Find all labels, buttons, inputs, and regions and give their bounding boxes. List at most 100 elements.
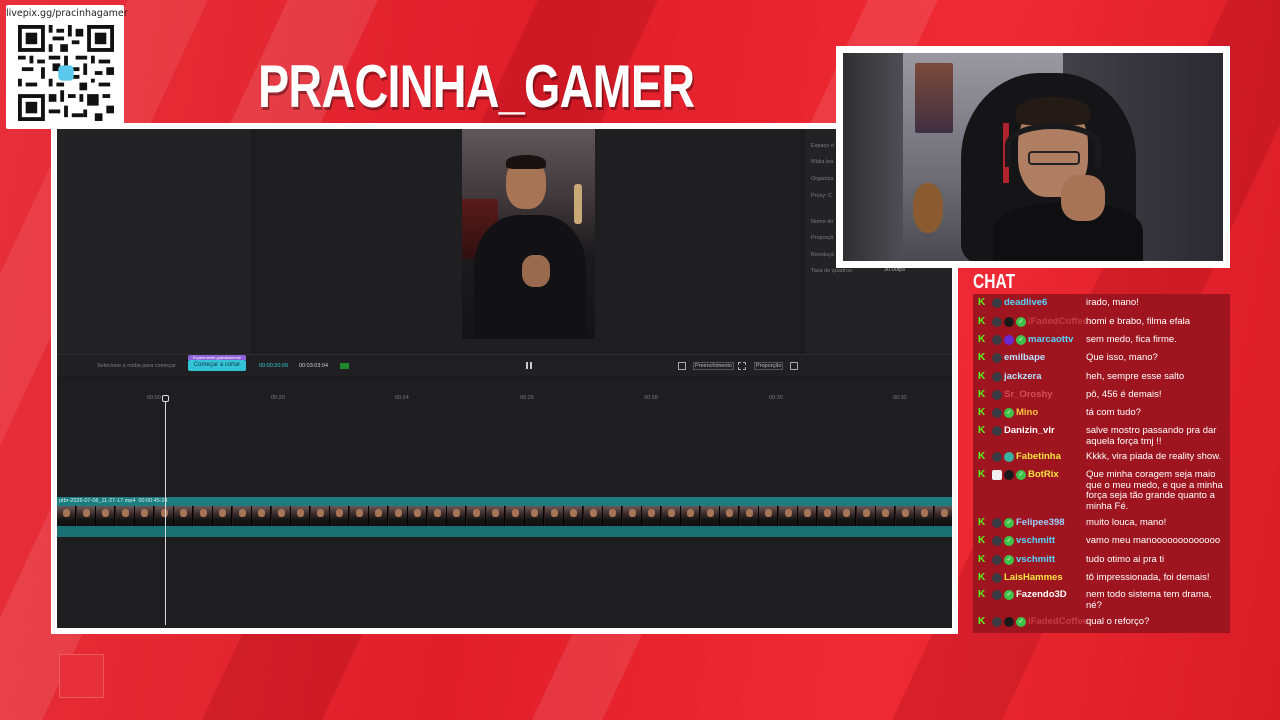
- chat-panel[interactable]: Kdeadlive6 irado, mano! K ✓ iFadedCoffee homi…: [973, 294, 1230, 633]
- presenter-hair: [506, 155, 546, 169]
- filmstrip-face: [745, 509, 753, 517]
- start-cutting-button[interactable]: Começar a cortar: [188, 360, 246, 371]
- chat-username[interactable]: LaisHammes: [1004, 572, 1063, 584]
- filmstrip-face: [862, 509, 870, 517]
- streamer-hand: [1061, 175, 1105, 221]
- clip-audio-waveform[interactable]: [57, 526, 952, 537]
- playhead[interactable]: [165, 395, 166, 625]
- chat-username[interactable]: Danizin_vlr: [1004, 425, 1055, 437]
- verified-icon: ✓: [1004, 536, 1014, 546]
- filmstrip-frame: [583, 506, 603, 526]
- chat-username[interactable]: vschmitt: [1016, 554, 1055, 566]
- filmstrip-face: [180, 509, 187, 517]
- property-label: Organiza: [811, 176, 834, 182]
- chat-username[interactable]: marcaottv: [1028, 334, 1073, 346]
- filmstrip-face: [238, 509, 246, 517]
- filmstrip-face: [531, 509, 538, 517]
- filmstrip-face: [492, 509, 499, 517]
- avatar-badge-icon: [992, 353, 1002, 363]
- chat-username[interactable]: jackzera: [1004, 371, 1042, 383]
- preview-video[interactable]: [462, 129, 595, 339]
- playhead-handle[interactable]: [162, 395, 169, 402]
- chat-username[interactable]: BotRix: [1028, 469, 1059, 481]
- avatar-badge-icon: [992, 390, 1002, 400]
- chat-text: pô, 456 é demais!: [1086, 389, 1162, 400]
- kick-icon: K: [978, 407, 986, 418]
- filmstrip-face: [843, 509, 850, 517]
- mod-badge-icon: [1004, 317, 1014, 327]
- ruler-tick: 00:28: [644, 395, 658, 401]
- video-editor-capture: Espaço d Mídia lea Organiza Proxy: C Nom…: [57, 129, 952, 628]
- fullscreen-icon[interactable]: [790, 362, 798, 370]
- chat-text: vamo meu manooooooooooooo: [1086, 535, 1221, 546]
- filmstrip-frame: [486, 506, 505, 526]
- property-label: Resoluçã: [811, 252, 834, 258]
- chat-username[interactable]: emilbape: [1004, 352, 1045, 364]
- filmstrip-frame: [759, 506, 778, 526]
- kick-icon: K: [978, 535, 986, 546]
- filmstrip-face: [141, 509, 148, 517]
- filmstrip-frame: [739, 506, 759, 526]
- filmstrip-frame: [115, 506, 135, 526]
- ratio-button[interactable]: Proporção: [754, 362, 784, 370]
- clip-duration: 00:00:45:24: [138, 498, 168, 504]
- chat-text: tá com tudo?: [1086, 407, 1141, 418]
- filmstrip-face: [687, 509, 694, 517]
- chat-title: CHAT: [973, 271, 1016, 293]
- filmstrip-face: [609, 509, 616, 517]
- filmstrip-frame: [369, 506, 388, 526]
- chat-username[interactable]: vschmitt: [1016, 535, 1055, 547]
- verified-icon: ✓: [1004, 590, 1014, 600]
- timeline[interactable]: 00:00 00:20 00:24 00:26 00:28 00:30 00:3…: [57, 379, 952, 628]
- filmstrip-face: [336, 509, 343, 517]
- filmstrip-face: [433, 509, 441, 517]
- chat-username[interactable]: iFadedCoffee: [1028, 616, 1088, 628]
- filmstrip-frame: [57, 506, 76, 526]
- chat-text: tudo otimo ai pra ti: [1086, 554, 1165, 565]
- verified-icon: ✓: [1016, 335, 1026, 345]
- filmstrip-face: [765, 509, 772, 517]
- ruler-tick: 00:30: [769, 395, 783, 401]
- verified-icon: ✓: [1004, 408, 1014, 418]
- filmstrip-face: [453, 509, 460, 517]
- chat-username[interactable]: iFadedCoffee: [1028, 316, 1088, 328]
- streamer-hair: [1016, 97, 1090, 125]
- filmstrip-frame: [876, 506, 895, 526]
- livepix-qr-panel[interactable]: livepix.gg/pracinhagamer: [6, 5, 128, 129]
- clip-header[interactable]: [57, 497, 952, 506]
- kick-icon: K: [978, 451, 986, 462]
- filmstrip-frame: [154, 506, 174, 526]
- chat-username[interactable]: Sr_Oroshy: [1004, 389, 1053, 401]
- filmstrip-face: [648, 509, 655, 517]
- fill-button[interactable]: Preenchimento: [693, 362, 734, 370]
- filmstrip-frame: [349, 506, 369, 526]
- filmstrip-face: [804, 509, 811, 517]
- play-pause-icon[interactable]: [526, 362, 532, 369]
- crop-icon[interactable]: [738, 362, 746, 370]
- clip-filmstrip[interactable]: [57, 506, 952, 526]
- filmstrip-frame: [603, 506, 622, 526]
- fill-icon[interactable]: [678, 362, 686, 370]
- filmstrip-frame: [837, 506, 856, 526]
- glasses: [1028, 151, 1080, 165]
- filmstrip-frame: [232, 506, 252, 526]
- avatar-badge-icon: [992, 617, 1002, 627]
- verified-icon: ✓: [1016, 317, 1026, 327]
- avatar-badge-icon: [992, 536, 1002, 546]
- chat-username[interactable]: Felipee398: [1016, 517, 1065, 529]
- property-label: Proxy: C: [811, 193, 833, 199]
- chat-username[interactable]: deadlive6: [1004, 297, 1047, 309]
- kick-icon: K: [978, 616, 986, 627]
- chat-text: sem medo, fica firme.: [1086, 334, 1177, 345]
- chat-username[interactable]: Mino: [1016, 407, 1038, 419]
- ruler-tick: 00:20: [271, 395, 285, 401]
- kick-icon: K: [978, 371, 986, 382]
- chat-username[interactable]: Fabetinha: [1016, 451, 1061, 463]
- filmstrip-face: [375, 509, 382, 517]
- chat-username[interactable]: Fazendo3D: [1016, 589, 1067, 601]
- clip-filename: ptbr-2026-07-08_11-27-17.mp4: [59, 498, 136, 504]
- filmstrip-face: [706, 509, 714, 517]
- filmstrip-face: [121, 509, 129, 517]
- filmstrip-frame: [310, 506, 330, 526]
- filmstrip-face: [355, 509, 363, 517]
